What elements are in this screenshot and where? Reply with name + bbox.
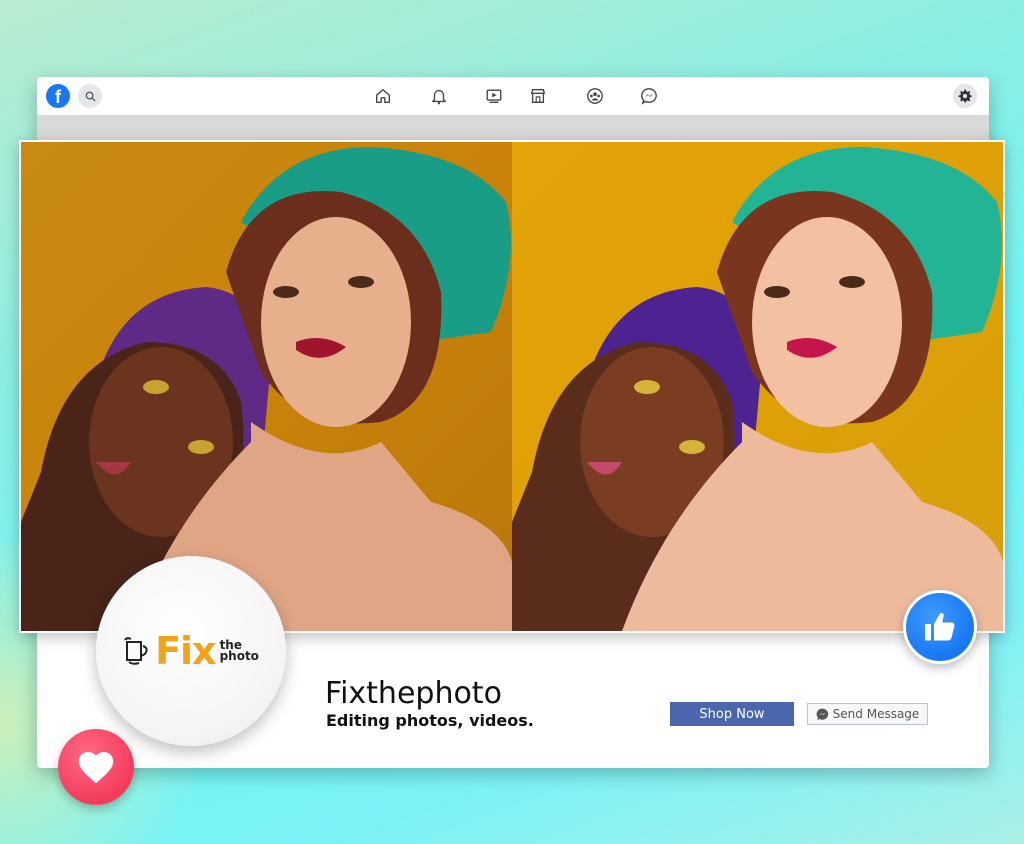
send-message-button[interactable]: Send Message <box>807 703 928 725</box>
page-description: Editing photos, videos. <box>326 711 534 730</box>
cover-photo-before <box>21 142 512 631</box>
groups-icon[interactable] <box>585 86 605 106</box>
photo-frame-logo-icon <box>124 637 148 665</box>
brand-the-photo-text: the photo <box>219 639 259 663</box>
facebook-top-nav: f <box>37 77 989 115</box>
profile-avatar[interactable]: Fix the photo <box>96 556 286 746</box>
page-title: Fixthephoto <box>325 676 502 711</box>
facebook-logo-icon[interactable]: f <box>46 84 70 108</box>
home-icon[interactable] <box>373 86 393 106</box>
send-message-label: Send Message <box>832 707 920 721</box>
marketplace-icon[interactable] <box>528 86 548 106</box>
portrait-illustration-before <box>21 147 512 631</box>
watch-video-icon[interactable] <box>484 86 504 106</box>
messenger-icon <box>816 708 828 720</box>
fixthephoto-logo: Fix the photo <box>123 629 259 673</box>
bell-icon[interactable] <box>429 86 449 106</box>
shop-now-button[interactable]: Shop Now <box>670 702 794 726</box>
cover-placeholder-bar <box>37 115 989 141</box>
gear-icon[interactable] <box>953 84 977 108</box>
brand-fix-text: Fix <box>155 629 216 673</box>
heart-icon <box>58 729 134 805</box>
search-icon[interactable] <box>78 84 102 108</box>
brand-photo: photo <box>219 649 259 663</box>
thumbs-up-icon <box>903 590 977 664</box>
portrait-illustration-after <box>512 147 1003 631</box>
messenger-icon[interactable] <box>639 86 659 106</box>
cover-photo-after <box>512 142 1003 631</box>
